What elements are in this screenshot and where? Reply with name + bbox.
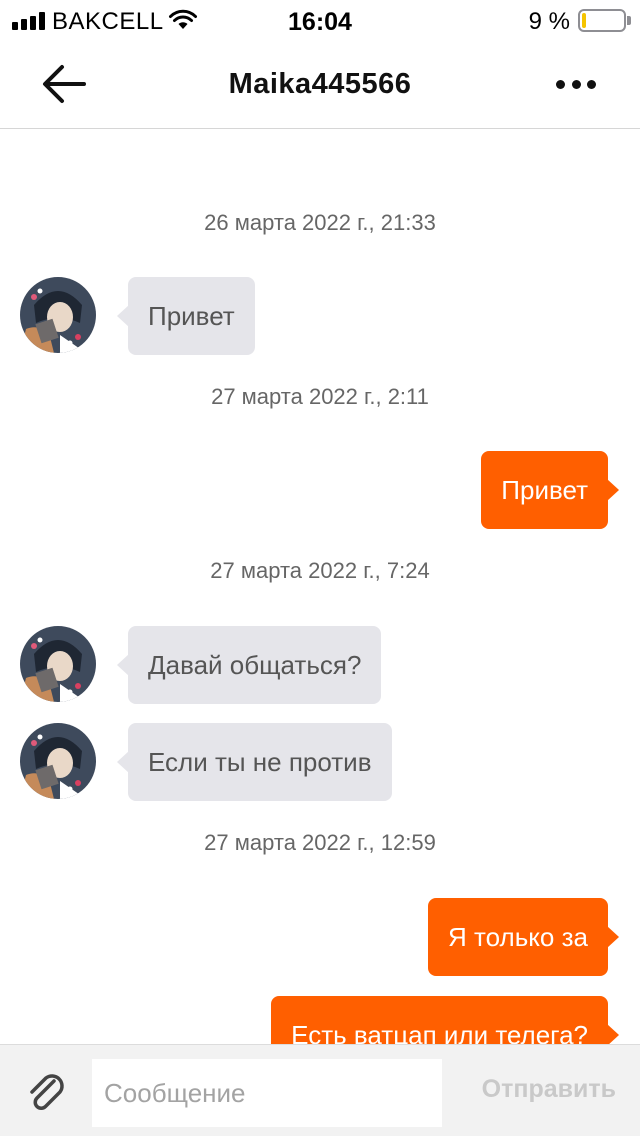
message-composer: Отправить [0,1044,640,1136]
avatar[interactable] [20,626,96,702]
message-list[interactable]: 26 марта 2022 г., 21:33 Привет 27 марта … [0,130,640,1044]
avatar[interactable] [20,277,96,353]
outgoing-message-bubble[interactable]: Я только за [428,898,619,976]
message-timestamp: 26 марта 2022 г., 21:33 [204,210,436,235]
message-timestamp: 27 марта 2022 г., 7:24 [210,558,430,583]
send-button[interactable]: Отправить [482,1075,616,1104]
more-options-icon[interactable] [556,78,596,90]
incoming-message-bubble[interactable]: Давай общаться? [116,626,382,704]
battery-cap [627,16,631,25]
message-timestamp: 27 марта 2022 г., 12:59 [204,830,436,855]
status-bar: BAKCELL 16:04 9 % [0,0,640,42]
chat-header: Maika445566 [0,42,640,129]
incoming-message-bubble[interactable]: Привет [117,277,255,355]
avatar[interactable] [20,723,96,799]
battery-level-fill [582,13,586,28]
page-title: Maika445566 [228,68,412,100]
outgoing-message-bubble[interactable]: Привет [481,451,619,529]
message-timestamp: 27 марта 2022 г., 2:11 [211,384,429,409]
incoming-message-bubble[interactable]: Если ты не против [117,723,392,801]
battery-percent: 9 % [528,8,570,35]
message-input[interactable] [92,1059,442,1127]
outgoing-message-bubble[interactable]: Есть ватцап или телега? [271,996,619,1044]
battery-icon [578,9,626,32]
paperclip-icon[interactable] [24,1069,70,1115]
